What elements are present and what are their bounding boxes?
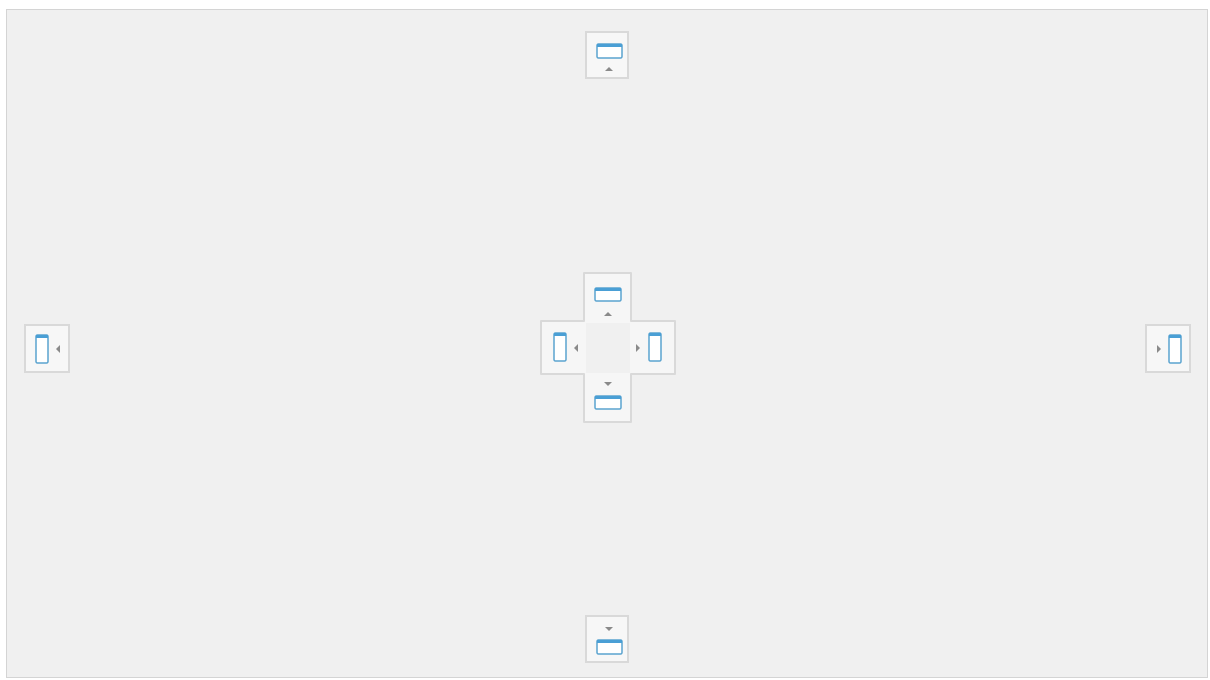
dock-bottom-icon [596,627,623,655]
dock-fill-icon [586,323,630,373]
dock-right-icon [636,332,662,362]
dock-center-left[interactable] [542,323,586,373]
dock-right-icon [1157,334,1182,364]
dock-guide-right[interactable] [1145,324,1191,373]
dock-guide-left[interactable] [24,324,70,373]
dock-center-fill[interactable] [586,323,630,373]
dock-left-icon [35,334,60,364]
dock-center-cross [540,272,676,424]
dock-guide-top[interactable] [585,31,629,79]
dock-top-icon [596,43,623,71]
dock-left-icon [553,332,578,362]
dock-guide-bottom[interactable] [585,615,629,663]
dock-top-icon [594,287,622,316]
dock-center-top[interactable] [586,274,629,322]
dock-center-bottom[interactable] [586,373,629,421]
dock-bottom-icon [594,382,622,410]
dock-center-right[interactable] [630,323,674,373]
